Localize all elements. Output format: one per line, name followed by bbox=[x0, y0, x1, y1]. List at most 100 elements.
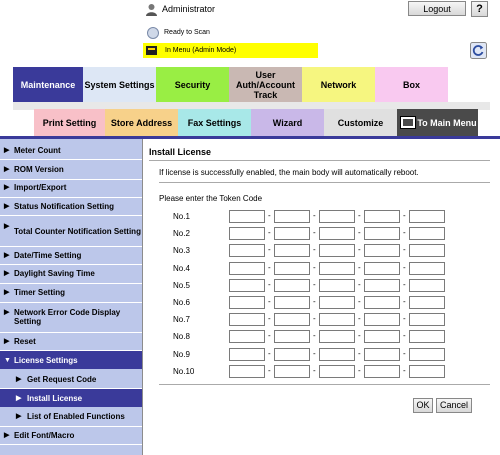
token-separator: - bbox=[313, 297, 316, 306]
token-code-field[interactable] bbox=[364, 365, 400, 378]
token-code-field[interactable] bbox=[229, 244, 265, 257]
token-code-field[interactable] bbox=[274, 296, 310, 309]
token-code-field[interactable] bbox=[319, 244, 355, 257]
tab-security[interactable]: Security bbox=[156, 67, 229, 102]
token-code-field[interactable] bbox=[229, 365, 265, 378]
token-code-field[interactable] bbox=[229, 262, 265, 275]
token-code-field[interactable] bbox=[229, 279, 265, 292]
sidebar-item-network-error-code-display-setting[interactable]: ▶ Network Error Code Display Setting bbox=[0, 304, 142, 330]
token-separator: - bbox=[268, 263, 271, 272]
token-separator: - bbox=[313, 228, 316, 237]
token-code-field[interactable] bbox=[364, 227, 400, 240]
token-code-field[interactable] bbox=[319, 313, 355, 326]
token-code-field[interactable] bbox=[364, 262, 400, 275]
sidebar-item-get-request-code[interactable]: ▶ Get Request Code bbox=[0, 372, 142, 386]
token-code-field[interactable] bbox=[274, 244, 310, 257]
token-code-field[interactable] bbox=[409, 279, 445, 292]
token-separator: - bbox=[403, 263, 406, 272]
tab-fax-settings[interactable]: Fax Settings bbox=[178, 109, 251, 136]
sidebar-item-date-time-setting[interactable]: ▶ Date/Time Setting bbox=[0, 248, 142, 262]
sidebar-item-label: Timer Setting bbox=[14, 287, 65, 297]
token-code-field[interactable] bbox=[319, 227, 355, 240]
token-prompt: Please enter the Token Code bbox=[159, 194, 263, 203]
token-code-field[interactable] bbox=[229, 348, 265, 361]
chevron-right-icon: ▶ bbox=[4, 431, 10, 439]
token-code-field[interactable] bbox=[364, 279, 400, 292]
token-code-field[interactable] bbox=[274, 262, 310, 275]
token-code-field[interactable] bbox=[364, 244, 400, 257]
token-code-field[interactable] bbox=[319, 279, 355, 292]
token-code-field[interactable] bbox=[229, 210, 265, 223]
sidebar-item-label: Reset bbox=[14, 336, 36, 346]
help-button[interactable]: ? bbox=[471, 1, 488, 17]
token-code-field[interactable] bbox=[409, 210, 445, 223]
token-code-field[interactable] bbox=[364, 330, 400, 343]
tab-box[interactable]: Box bbox=[375, 67, 448, 102]
tab-wizard[interactable]: Wizard bbox=[251, 109, 324, 136]
token-code-field[interactable] bbox=[319, 348, 355, 361]
sidebar-item-meter-count[interactable]: ▶ Meter Count bbox=[0, 143, 142, 157]
token-separator: - bbox=[403, 314, 406, 323]
token-code-field[interactable] bbox=[319, 365, 355, 378]
token-separator: - bbox=[358, 280, 361, 289]
cancel-button[interactable]: Cancel bbox=[436, 398, 472, 413]
token-code-field[interactable] bbox=[364, 296, 400, 309]
token-code-field[interactable] bbox=[274, 330, 310, 343]
token-code-field[interactable] bbox=[319, 210, 355, 223]
token-separator: - bbox=[313, 366, 316, 375]
token-code-field[interactable] bbox=[409, 365, 445, 378]
sidebar-item-import-export[interactable]: ▶ Import/Export bbox=[0, 180, 142, 194]
token-code-field[interactable] bbox=[319, 296, 355, 309]
tab-system-settings[interactable]: System Settings bbox=[83, 67, 156, 102]
sidebar-item-reset[interactable]: ▶ Reset bbox=[0, 334, 142, 348]
token-code-field[interactable] bbox=[274, 313, 310, 326]
tab-store-address[interactable]: Store Address bbox=[105, 109, 178, 136]
token-code-field[interactable] bbox=[364, 313, 400, 326]
token-code-field[interactable] bbox=[409, 348, 445, 361]
sidebar-item-label: Meter Count bbox=[14, 145, 61, 155]
token-code-field[interactable] bbox=[319, 262, 355, 275]
token-code-field[interactable] bbox=[409, 313, 445, 326]
token-code-field[interactable] bbox=[409, 262, 445, 275]
ok-button[interactable]: OK bbox=[413, 398, 433, 413]
sidebar-item-timer-setting[interactable]: ▶ Timer Setting bbox=[0, 285, 142, 299]
token-separator: - bbox=[268, 228, 271, 237]
token-code-field[interactable] bbox=[274, 365, 310, 378]
token-code-field[interactable] bbox=[364, 348, 400, 361]
token-code-field[interactable] bbox=[229, 227, 265, 240]
token-code-field[interactable] bbox=[274, 227, 310, 240]
tab-network[interactable]: Network bbox=[302, 67, 375, 102]
main-menu-icon bbox=[400, 116, 416, 129]
token-code-field[interactable] bbox=[319, 330, 355, 343]
token-separator: - bbox=[268, 297, 271, 306]
token-code-field[interactable] bbox=[274, 210, 310, 223]
logout-button[interactable]: Logout bbox=[408, 1, 466, 16]
tab-user-auth-account-track[interactable]: User Auth/Account Track bbox=[229, 67, 302, 102]
sidebar-item-install-license[interactable]: ▶ Install License bbox=[0, 389, 142, 407]
token-row-label: No.4 bbox=[173, 264, 190, 273]
token-code-field[interactable] bbox=[229, 330, 265, 343]
token-code-field[interactable] bbox=[409, 227, 445, 240]
token-row-label: No.6 bbox=[173, 298, 190, 307]
token-code-field[interactable] bbox=[409, 330, 445, 343]
tab-to-main-menu[interactable]: To Main Menu bbox=[397, 109, 478, 136]
token-code-field[interactable] bbox=[274, 348, 310, 361]
sidebar-item-status-notification-setting[interactable]: ▶ Status Notification Setting bbox=[0, 199, 142, 213]
sidebar-item-total-counter-notification-setting[interactable]: ▶ Total Counter Notification Setting bbox=[0, 218, 142, 244]
token-code-field[interactable] bbox=[229, 296, 265, 309]
tab-print-setting[interactable]: Print Setting bbox=[34, 109, 105, 136]
token-code-field[interactable] bbox=[229, 313, 265, 326]
sidebar-separator bbox=[0, 159, 142, 160]
sidebar-item-list-of-enabled-functions[interactable]: ▶ List of Enabled Functions bbox=[0, 409, 142, 423]
sidebar-item-license-settings[interactable]: ▼ License Settings bbox=[0, 351, 142, 369]
sidebar-item-daylight-saving-time[interactable]: ▶ Daylight Saving Time bbox=[0, 266, 142, 280]
token-code-field[interactable] bbox=[409, 296, 445, 309]
token-code-field[interactable] bbox=[274, 279, 310, 292]
token-code-field[interactable] bbox=[364, 210, 400, 223]
tab-maintenance[interactable]: Maintenance bbox=[13, 67, 83, 102]
token-code-field[interactable] bbox=[409, 244, 445, 257]
sidebar-item-rom-version[interactable]: ▶ ROM Version bbox=[0, 162, 142, 176]
tab-customize[interactable]: Customize bbox=[324, 109, 397, 136]
sidebar-item-edit-font-macro[interactable]: ▶ Edit Font/Macro bbox=[0, 428, 142, 442]
refresh-icon[interactable] bbox=[470, 42, 487, 59]
